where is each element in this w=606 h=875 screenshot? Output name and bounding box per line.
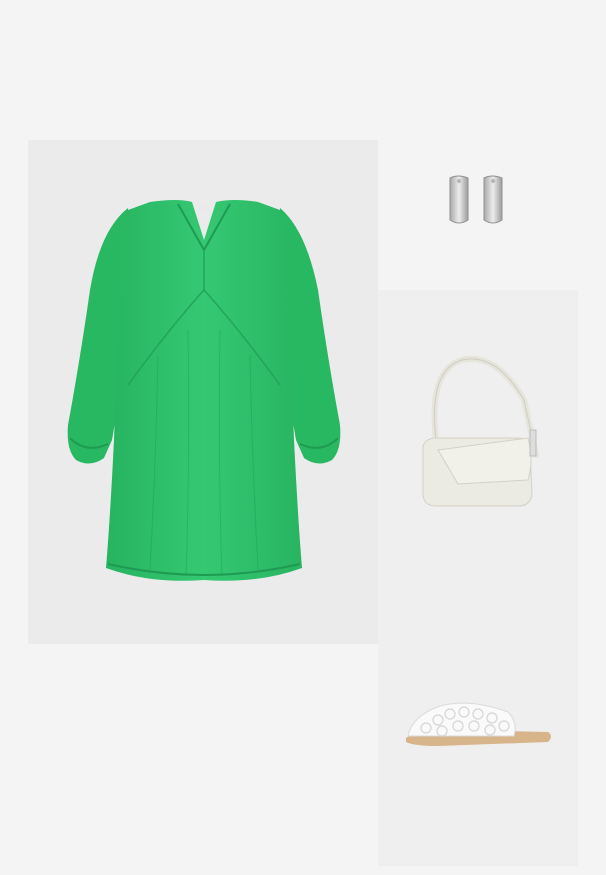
bag-product-tile[interactable] — [378, 290, 578, 580]
cream-shoulder-bag-image — [422, 355, 539, 507]
green-tunic-dress-image — [67, 200, 341, 581]
white-woven-mule-image — [406, 702, 551, 746]
silver-earrings-image — [449, 175, 503, 224]
earrings-product-tile[interactable] — [378, 140, 578, 290]
dress-product-tile[interactable] — [28, 140, 378, 644]
shoe-product-tile[interactable] — [378, 580, 578, 866]
